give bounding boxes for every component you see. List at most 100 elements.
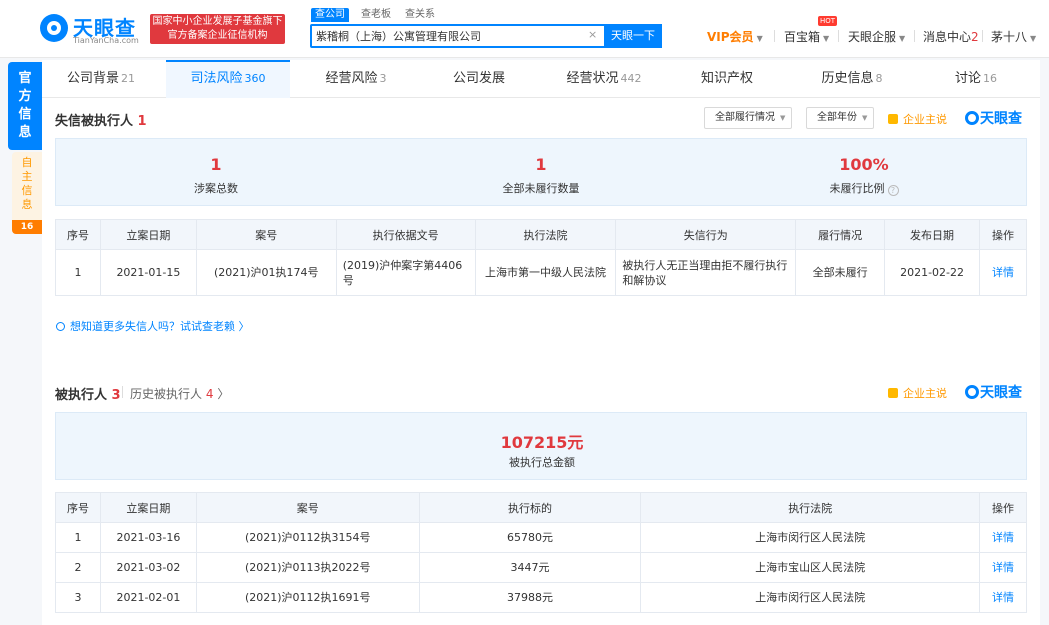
tab-label: 历史信息	[821, 71, 874, 86]
executed-section-title: 被执行人 3	[55, 384, 121, 403]
tianyancha-watermark: 天眼查	[965, 382, 1022, 402]
column-header: 执行法院	[640, 492, 980, 523]
tab-count: 16	[983, 72, 997, 85]
year-filter-dropdown[interactable]: 全部年份 ▼	[806, 107, 875, 129]
tab-count: 360	[244, 72, 266, 85]
detail-link[interactable]: 详情	[978, 552, 1028, 583]
tianyancha-logo[interactable]: 天眼查 TianYanCha.com	[40, 12, 145, 46]
tab-intellectual-property[interactable]: 知识产权	[666, 60, 790, 98]
unfulfilled-ratio-value: 100%	[839, 155, 889, 174]
history-executed-link[interactable]: 历史被执行人 4 〉	[130, 385, 229, 402]
logo-eye-icon	[965, 385, 979, 399]
title-divider	[122, 386, 123, 398]
comment-icon	[888, 114, 898, 124]
cell-filing-date: 2021-01-15	[99, 249, 197, 296]
total-executed-label: 被执行总金额	[509, 456, 575, 469]
rail-official-info[interactable]: 官方信息	[8, 62, 42, 150]
cell-filing-date: 2021-02-01	[99, 582, 197, 613]
dishonest-summary-box: 1 涉案总数 1 全部未履行数量 100% 未履行比例?	[55, 138, 1027, 206]
message-center-label: 消息中心	[923, 30, 972, 44]
cell-amount: 3447元	[418, 552, 642, 583]
vip-menu[interactable]: VIP会员 ▼	[707, 28, 763, 45]
rail-official-label: 官方信息	[18, 71, 32, 140]
cell-case-number: (2021)沪01执174号	[195, 249, 337, 296]
nav-divider	[914, 30, 915, 42]
history-count: 4	[205, 387, 214, 401]
cell-court: 上海市闵行区人民法院	[640, 582, 980, 613]
logo-eye-icon	[40, 14, 68, 42]
column-header: 序号	[55, 219, 101, 250]
official-badge[interactable]: 国家中小企业发展子基金旗下 官方备案企业征信机构	[150, 14, 285, 44]
table-row: 3 2021-02-01 (2021)沪0112执1691号 37988元 上海…	[55, 582, 1028, 613]
cell-filing-date: 2021-03-02	[99, 552, 197, 583]
cell-case-number: (2021)沪0112执1691号	[195, 582, 420, 613]
tab-business-status[interactable]: 经营状况 442	[542, 60, 666, 98]
cell-basis-document: (2019)沪仲案字第4406号	[335, 249, 476, 296]
tab-label: 知识产权	[700, 71, 753, 86]
nav-divider	[838, 30, 839, 42]
tab-discussion[interactable]: 讨论 16	[914, 60, 1038, 98]
case-total-label: 涉案总数	[194, 182, 238, 195]
message-count: 2	[971, 30, 979, 44]
table-row: 2 2021-03-02 (2021)沪0113执2022号 3447元 上海市…	[55, 552, 1028, 583]
search-tab-company[interactable]: 查公司	[311, 8, 349, 22]
unfulfilled-ratio-label-wrap: 未履行比例?	[794, 180, 934, 196]
cell-index: 1	[55, 522, 101, 553]
chevron-down-icon: ▼	[899, 34, 906, 43]
cell-index: 2	[55, 552, 101, 583]
tab-company-background[interactable]: 公司背景 21	[42, 60, 160, 98]
tab-count: 8	[875, 72, 883, 85]
tab-company-development[interactable]: 公司发展	[418, 60, 542, 98]
tab-judicial-risk[interactable]: 司法风险 360	[166, 60, 290, 98]
tab-label: 经营状况	[566, 71, 619, 86]
logo-eye-icon	[965, 111, 979, 125]
chevron-down-icon: ▼	[862, 114, 868, 122]
tab-history-info[interactable]: 历史信息 8	[790, 60, 914, 98]
tab-count: 21	[121, 72, 135, 85]
rail-self-count: 16	[12, 220, 42, 234]
badge-line-1: 国家中小企业发展子基金旗下	[152, 16, 283, 27]
dropdown-label: 全部年份	[817, 112, 857, 123]
executed-summary-box: 107215元 被执行总金额	[55, 412, 1027, 480]
detail-link[interactable]: 详情	[978, 522, 1028, 553]
section-count: 1	[137, 114, 147, 129]
tab-operation-risk[interactable]: 经营风险 3	[294, 60, 418, 98]
detail-link[interactable]: 详情	[979, 249, 1027, 296]
enterprise-service-menu[interactable]: 天眼企服 ▼	[848, 28, 905, 45]
help-icon[interactable]: ?	[887, 185, 899, 196]
cell-index: 3	[55, 582, 101, 613]
owner-statement-link[interactable]: 企业主说	[888, 385, 947, 401]
treasure-box-menu[interactable]: 百宝箱 ▼	[784, 28, 829, 45]
user-menu[interactable]: 茅十八 ▼	[991, 28, 1036, 45]
treasure-box-label: 百宝箱	[784, 30, 821, 44]
search-tab-boss[interactable]: 查老板	[357, 8, 395, 22]
search-tab-relation[interactable]: 查关系	[401, 8, 439, 22]
section-title-text: 失信被执行人	[55, 114, 134, 129]
main-panel: 公司背景 21 司法风险 360 经营风险 3 公司发展 经营状况 442 知识产权 历…	[42, 60, 1040, 625]
detail-link[interactable]: 详情	[978, 582, 1028, 613]
table-header-row: 序号 立案日期 案号 执行标的 执行法院 操作	[55, 492, 1028, 523]
search-button[interactable]: 天眼一下	[604, 24, 662, 48]
user-name: 茅十八	[991, 30, 1028, 44]
column-header: 案号	[195, 219, 337, 250]
message-center-link[interactable]: 消息中心2	[923, 28, 979, 45]
chevron-down-icon: ▼	[1030, 34, 1037, 43]
tianyancha-watermark: 天眼查	[965, 108, 1022, 128]
search-input[interactable]	[316, 28, 586, 44]
cell-index: 1	[55, 249, 101, 296]
rail-self-info[interactable]: 自主信息	[12, 152, 42, 224]
cell-dishonest-behavior: 被执行人无正当理由拒不履行执行和解协议	[615, 249, 797, 296]
case-total-value: 1	[210, 155, 222, 174]
nav-divider	[982, 30, 983, 42]
chevron-down-icon: ▼	[823, 34, 830, 43]
fulfillment-filter-dropdown[interactable]: 全部履行情况 ▼	[704, 107, 793, 129]
cell-case-number: (2021)沪0113执2022号	[195, 552, 420, 583]
chevron-down-icon: ▼	[780, 114, 786, 122]
owner-statement-label: 企业主说	[903, 113, 947, 126]
clear-icon[interactable]: ×	[588, 28, 597, 41]
dropdown-label: 全部履行情况	[715, 112, 775, 123]
search-icon	[56, 322, 65, 331]
table-row: 1 2021-01-15 (2021)沪01执174号 (2019)沪仲案字第4…	[55, 249, 1027, 296]
search-dishonest-tip-link[interactable]: 想知道更多失信人吗？试试查老赖 〉	[56, 318, 250, 334]
owner-statement-link[interactable]: 企业主说	[888, 111, 947, 127]
